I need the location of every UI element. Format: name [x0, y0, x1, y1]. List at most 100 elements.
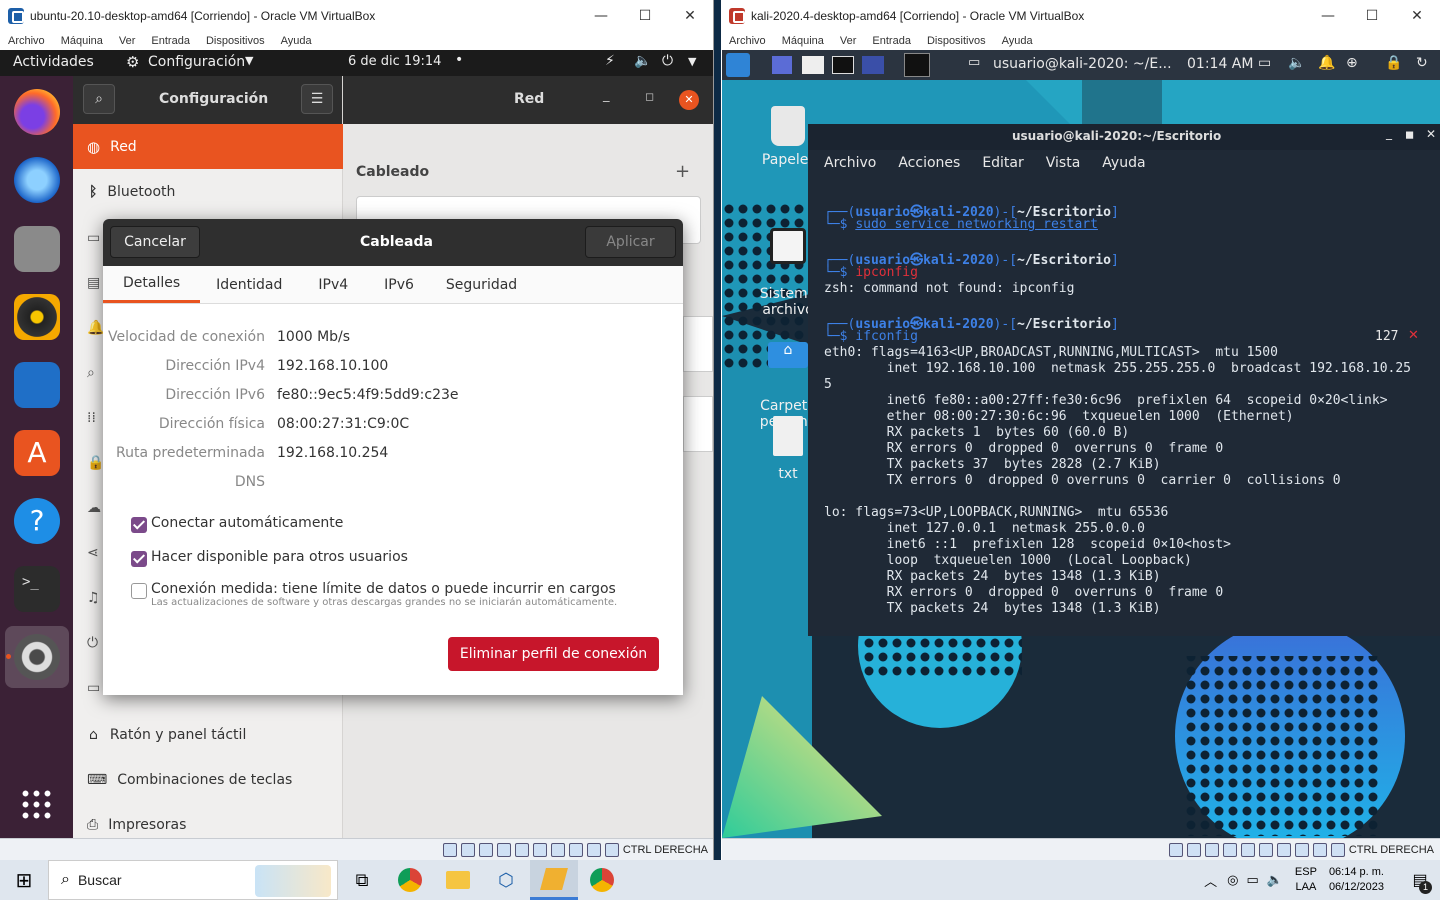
maximize-button[interactable]: ◻: [645, 90, 654, 103]
terminal-menu-archivo[interactable]: Archivo: [824, 155, 876, 171]
firefox-icon[interactable]: [14, 89, 60, 135]
activities-button[interactable]: Actividades: [13, 54, 94, 70]
kali-menu-icon[interactable]: [726, 53, 750, 77]
logout-icon[interactable]: ↻: [1416, 55, 1428, 71]
network-icon[interactable]: ▭: [1246, 872, 1258, 888]
menu-ayuda[interactable]: Ayuda: [994, 35, 1041, 47]
workspace-icon[interactable]: [904, 53, 930, 77]
sidebar-item-red[interactable]: ◍ Red: [73, 124, 343, 169]
recording-status-icon[interactable]: [1294, 842, 1309, 857]
minimize-button[interactable]: —: [1305, 0, 1351, 32]
virtualbox-taskbar-icon[interactable]: ⬡: [482, 860, 530, 900]
menu-archivo[interactable]: Archivo: [721, 35, 774, 47]
menu-maquina[interactable]: Máquina: [53, 35, 111, 47]
usb-status-icon[interactable]: [514, 842, 529, 857]
lock-icon[interactable]: 🔒: [1385, 55, 1402, 71]
audio-status-icon[interactable]: [478, 842, 493, 857]
sidebar-item-bluetooth[interactable]: ᛒ Bluetooth: [73, 169, 343, 214]
bell-icon[interactable]: 🔔: [1318, 55, 1335, 71]
usb-status-icon[interactable]: [1240, 842, 1255, 857]
settings-icon[interactable]: [14, 634, 60, 680]
hdd-status-icon[interactable]: [1168, 842, 1183, 857]
writer-icon[interactable]: [14, 362, 60, 408]
search-box[interactable]: ⌕ Buscar: [48, 860, 338, 900]
apply-button[interactable]: Aplicar: [585, 226, 676, 258]
minimize-button[interactable]: —: [578, 0, 624, 32]
menu-dispositivos[interactable]: Dispositivos: [198, 35, 273, 47]
kali-clock[interactable]: 01:14 AM: [1187, 56, 1253, 72]
browser-icon[interactable]: [862, 56, 884, 74]
menu-dispositivos[interactable]: Dispositivos: [919, 35, 994, 47]
language-indicator[interactable]: ESP LAA: [1295, 865, 1317, 895]
vm-taskbar-icon[interactable]: [530, 860, 578, 900]
add-connection-button[interactable]: +: [675, 161, 690, 182]
file-explorer-icon[interactable]: [434, 860, 482, 900]
display-status-icon[interactable]: [550, 842, 565, 857]
shared-folder-status-icon[interactable]: [532, 842, 547, 857]
menu-maquina[interactable]: Máquina: [774, 35, 832, 47]
task-view-icon[interactable]: ⧉: [338, 860, 386, 900]
cancel-button[interactable]: Cancelar: [110, 226, 200, 258]
app-menu-button[interactable]: Configuración: [148, 54, 245, 70]
menu-archivo[interactable]: Archivo: [0, 35, 53, 47]
tab-seguridad[interactable]: Seguridad: [430, 266, 533, 303]
tab-identidad[interactable]: Identidad: [200, 266, 298, 303]
rhythmbox-icon[interactable]: [14, 294, 60, 340]
terminal-menu-acciones[interactable]: Acciones: [898, 155, 960, 171]
tab-ipv6[interactable]: IPv6: [368, 266, 430, 303]
metered-checkbox[interactable]: Conexión medida: tiene límite de datos o…: [131, 581, 617, 608]
file-manager-icon[interactable]: [802, 56, 824, 74]
cpu-status-icon[interactable]: [586, 842, 601, 857]
chevron-down-icon[interactable]: ▼: [688, 55, 696, 68]
display-status-icon[interactable]: [1276, 842, 1291, 857]
terminal-menu-ayuda[interactable]: Ayuda: [1102, 155, 1145, 171]
software-icon[interactable]: A: [14, 430, 60, 476]
windows-start-icon[interactable]: ⊞: [0, 860, 48, 900]
maximize-button[interactable]: ◼: [1405, 128, 1414, 141]
minimize-button[interactable]: _: [603, 88, 610, 103]
menu-ver[interactable]: Ver: [832, 35, 865, 47]
close-button[interactable]: ✕: [1394, 0, 1440, 32]
maximize-button[interactable]: ☐: [1349, 0, 1395, 32]
menu-entrada[interactable]: Entrada: [864, 35, 919, 47]
mouse-status-icon[interactable]: [604, 842, 619, 857]
maximize-button[interactable]: ☐: [622, 0, 668, 32]
terminal-menu-vista[interactable]: Vista: [1046, 155, 1081, 171]
network-status-icon[interactable]: [496, 842, 511, 857]
minimize-button[interactable]: _: [1386, 126, 1392, 140]
close-button[interactable]: ✕: [679, 90, 699, 110]
volume-icon[interactable]: 🔈: [1267, 872, 1283, 888]
hdd-status-icon[interactable]: [442, 842, 457, 857]
menu-ver[interactable]: Ver: [111, 35, 144, 47]
clock[interactable]: 6 de dic 19:14: [348, 54, 441, 69]
thunderbird-icon[interactable]: [14, 157, 60, 203]
network-icon[interactable]: ⚡: [605, 53, 615, 69]
terminal-icon[interactable]: >_: [14, 566, 60, 612]
menu-ayuda[interactable]: Ayuda: [273, 35, 320, 47]
close-button[interactable]: ✕: [667, 0, 713, 32]
network-status-icon[interactable]: [1222, 842, 1237, 857]
close-button[interactable]: ✕: [1426, 127, 1436, 141]
audio-status-icon[interactable]: [1204, 842, 1219, 857]
cpu-status-icon[interactable]: [1312, 842, 1327, 857]
delete-profile-button[interactable]: Eliminar perfil de conexión: [448, 637, 659, 671]
terminal-launcher-icon[interactable]: [832, 56, 854, 74]
menu-entrada[interactable]: Entrada: [143, 35, 198, 47]
sidebar-item-keyboard[interactable]: ⌨ Combinaciones de teclas: [73, 757, 343, 802]
hamburger-menu-button[interactable]: ☰: [301, 84, 333, 114]
volume-icon[interactable]: 🔈: [1288, 55, 1305, 71]
optical-status-icon[interactable]: [1186, 842, 1201, 857]
notifications-button[interactable]: ▤ 1: [1400, 860, 1440, 900]
sidebar-item-mouse[interactable]: ⌂ Ratón y panel táctil: [73, 712, 343, 757]
update-icon[interactable]: ⊕: [1346, 55, 1358, 71]
help-icon[interactable]: ?: [14, 498, 60, 544]
power-icon[interactable]: ⏻: [662, 53, 673, 69]
search-button[interactable]: ⌕: [83, 84, 115, 114]
show-desktop-icon[interactable]: [772, 56, 792, 74]
volume-icon[interactable]: 🔈: [634, 53, 651, 69]
optical-status-icon[interactable]: [460, 842, 475, 857]
show-apps-icon[interactable]: [20, 788, 54, 822]
chevron-up-icon[interactable]: ︿: [1204, 871, 1217, 890]
files-icon[interactable]: [14, 226, 60, 272]
display-icon[interactable]: ▭: [1258, 55, 1271, 71]
